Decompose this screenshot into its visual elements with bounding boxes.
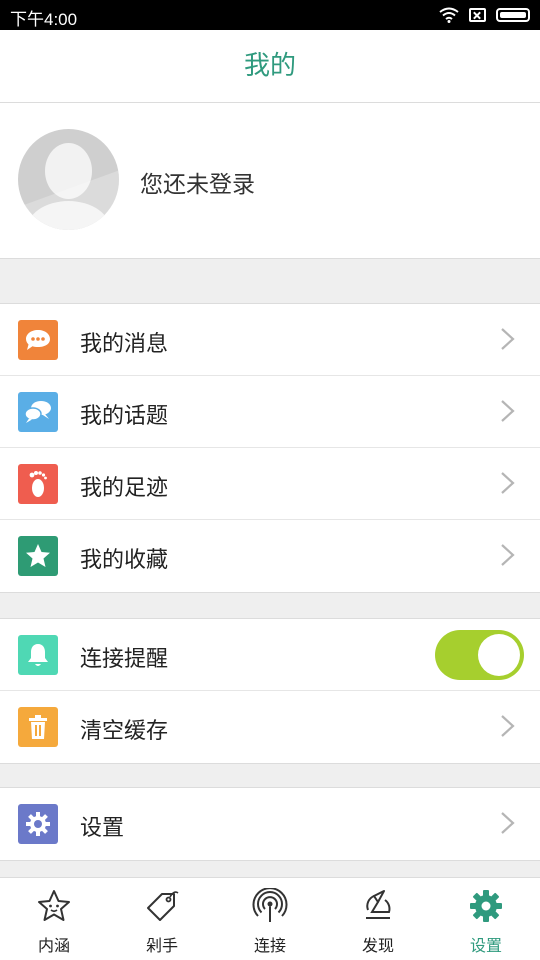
menu-item-label: 我的足迹 (80, 476, 169, 501)
discover-icon (366, 890, 391, 919)
login-prompt[interactable]: 您还未登录 (140, 165, 255, 199)
page-header: 我的 (0, 30, 540, 103)
menu-group-preferences: 连接提醒 清空缓存 (0, 618, 540, 764)
connect-reminder-toggle[interactable] (435, 630, 524, 680)
menu-item-connect-reminder: 连接提醒 (0, 619, 540, 691)
chevron-right-icon (501, 812, 515, 834)
menu-group-settings: 设置 (0, 787, 540, 861)
tag-icon (147, 891, 179, 921)
star-outline-icon (38, 890, 70, 921)
tab-discover[interactable]: 发现 (324, 878, 432, 960)
avatar[interactable] (18, 129, 119, 230)
chevron-right-icon (501, 328, 515, 350)
tab-label: 连接 (253, 936, 286, 955)
no-sim-icon (469, 8, 486, 22)
menu-item-topics[interactable]: 我的话题 (0, 376, 540, 448)
menu-item-messages[interactable]: 我的消息 (0, 304, 540, 376)
menu-item-clear-cache[interactable]: 清空缓存 (0, 691, 540, 763)
menu-item-label: 我的话题 (80, 404, 169, 429)
bell-icon (18, 635, 58, 675)
trash-icon (18, 707, 58, 747)
tab-duoshou[interactable]: 剁手 (108, 878, 216, 960)
menu-item-label: 我的收藏 (80, 548, 169, 573)
menu-item-footprints[interactable]: 我的足迹 (0, 448, 540, 520)
tab-label: 内涵 (37, 936, 70, 955)
menu-item-label: 我的消息 (80, 332, 169, 357)
gear-icon (470, 890, 502, 922)
tab-neihan[interactable]: 内涵 (0, 878, 108, 960)
chevron-right-icon (501, 544, 515, 566)
footprint-icon (18, 464, 58, 504)
tab-connect[interactable]: 连接 (216, 878, 324, 960)
chevron-right-icon (501, 472, 515, 494)
bottom-tab-bar: 内涵 剁手 连接 发现 设置 (0, 877, 540, 960)
menu-item-settings[interactable]: 设置 (0, 788, 540, 860)
menu-item-label: 清空缓存 (80, 719, 169, 744)
tab-label: 剁手 (145, 936, 178, 955)
tab-label: 发现 (361, 936, 394, 955)
status-time: 下午4:00 (10, 10, 78, 29)
battery-icon (496, 8, 530, 22)
topic-bubbles-icon (18, 392, 58, 432)
menu-group-personal: 我的消息 我的话题 我的足迹 我的收藏 (0, 303, 540, 593)
tab-label: 设置 (469, 936, 502, 955)
chat-bubble-icon (18, 320, 58, 360)
menu-item-label: 连接提醒 (80, 647, 169, 672)
status-bar: 下午4:00 (0, 0, 540, 30)
star-icon (18, 536, 58, 576)
wifi-icon (439, 7, 459, 23)
chevron-right-icon (501, 400, 515, 422)
chevron-right-icon (501, 715, 515, 737)
signal-tower-icon (252, 888, 288, 922)
profile-card[interactable]: 您还未登录 (0, 103, 540, 259)
tab-settings[interactable]: 设置 (432, 878, 540, 960)
page-title: 我的 (243, 51, 296, 81)
menu-item-favorites[interactable]: 我的收藏 (0, 520, 540, 592)
menu-item-label: 设置 (80, 816, 125, 841)
toggle-knob (478, 634, 520, 676)
gear-icon (18, 804, 58, 844)
